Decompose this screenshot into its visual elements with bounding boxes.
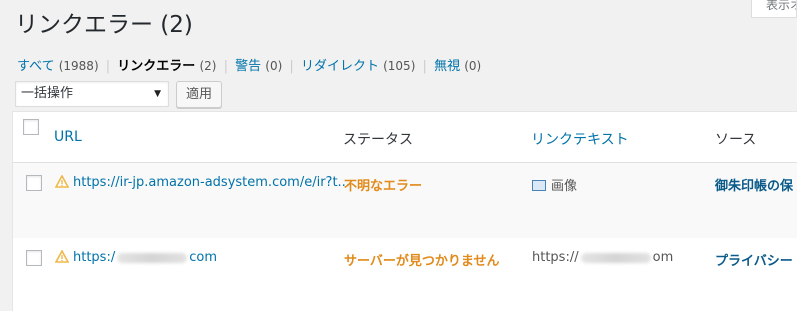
row-link-text-suffix: om <box>652 250 674 265</box>
select-all-checkbox[interactable] <box>23 119 39 135</box>
screen-options-tab[interactable]: 表示オプション <box>751 0 797 18</box>
filter-all-count: (1988) <box>58 59 99 73</box>
row-checkbox[interactable] <box>26 175 42 191</box>
column-header-source: ソース <box>715 132 757 148</box>
filter-broken-link[interactable]: リンクエラー <box>117 59 195 74</box>
row-source[interactable]: プライバシー <box>715 250 793 269</box>
filter-separator: | <box>289 59 294 74</box>
redacted-text <box>580 252 651 263</box>
row-url-suffix: com <box>189 250 217 265</box>
row-url-text: https://ir-jp.amazon-adsystem.com/e/ir?t… <box>73 175 350 190</box>
filter-broken-count: (2) <box>199 59 217 73</box>
table-header: URL ステータス リンクテキスト ソース <box>13 112 797 163</box>
row-link-text: 画像 <box>532 175 577 194</box>
bulk-action-value: 一括操作 <box>21 86 74 101</box>
row-url-prefix: https:/ <box>73 250 116 265</box>
filter-separator: | <box>223 59 228 74</box>
row-checkbox[interactable] <box>26 250 42 266</box>
screen-options-label: 表示オプション <box>766 0 796 12</box>
chevron-down-icon: ▼ <box>154 89 161 99</box>
row-source[interactable]: 御朱印帳の保 <box>715 175 793 194</box>
filter-ignored-count: (0) <box>464 59 482 73</box>
row-link-text-prefix: https:// <box>532 250 579 265</box>
column-header-link-text[interactable]: リンクテキスト <box>531 129 629 149</box>
filter-separator: | <box>105 59 111 74</box>
filter-all-link[interactable]: すべて <box>17 59 55 74</box>
links-table: URL ステータス リンクテキスト ソース https://ir-jp.amaz… <box>12 111 797 311</box>
admin-sidebar-edge <box>0 0 10 310</box>
filter-ignored-link[interactable]: 無視 <box>434 59 460 74</box>
image-icon <box>532 180 546 191</box>
column-header-status: ステータス <box>343 132 413 148</box>
table-row: https:/ com サーバーが見つかりません https:// om プライバシ… <box>13 238 797 311</box>
filter-separator: | <box>422 59 427 74</box>
filter-warning-link[interactable]: 警告 <box>235 59 261 74</box>
warning-icon <box>55 250 69 263</box>
filter-redirect-count: (105) <box>383 59 416 73</box>
row-link-text: https:// om <box>532 250 673 265</box>
filter-redirect-link[interactable]: リダイレクト <box>301 59 379 74</box>
row-status: サーバーが見つかりません <box>344 254 500 269</box>
row-status: 不明なエラー <box>344 179 423 194</box>
page-title: リンクエラー (2) <box>15 12 193 38</box>
row-url[interactable]: https:/ com <box>55 250 217 265</box>
table-row: https://ir-jp.amazon-adsystem.com/e/ir?t… <box>13 163 797 238</box>
redacted-text <box>117 252 188 263</box>
filter-warning-count: (0) <box>265 59 283 73</box>
warning-icon <box>55 175 69 188</box>
row-url[interactable]: https://ir-jp.amazon-adsystem.com/e/ir?t… <box>55 175 350 190</box>
apply-button[interactable]: 適用 <box>176 81 222 108</box>
status-filter-links: すべて (1988) | リンクエラー (2) | 警告 (0) | リダイレク… <box>17 55 481 74</box>
row-link-text-value: 画像 <box>551 179 578 194</box>
bulk-action-select[interactable]: 一括操作 ▼ <box>15 81 169 107</box>
column-header-url[interactable]: URL <box>54 129 82 145</box>
